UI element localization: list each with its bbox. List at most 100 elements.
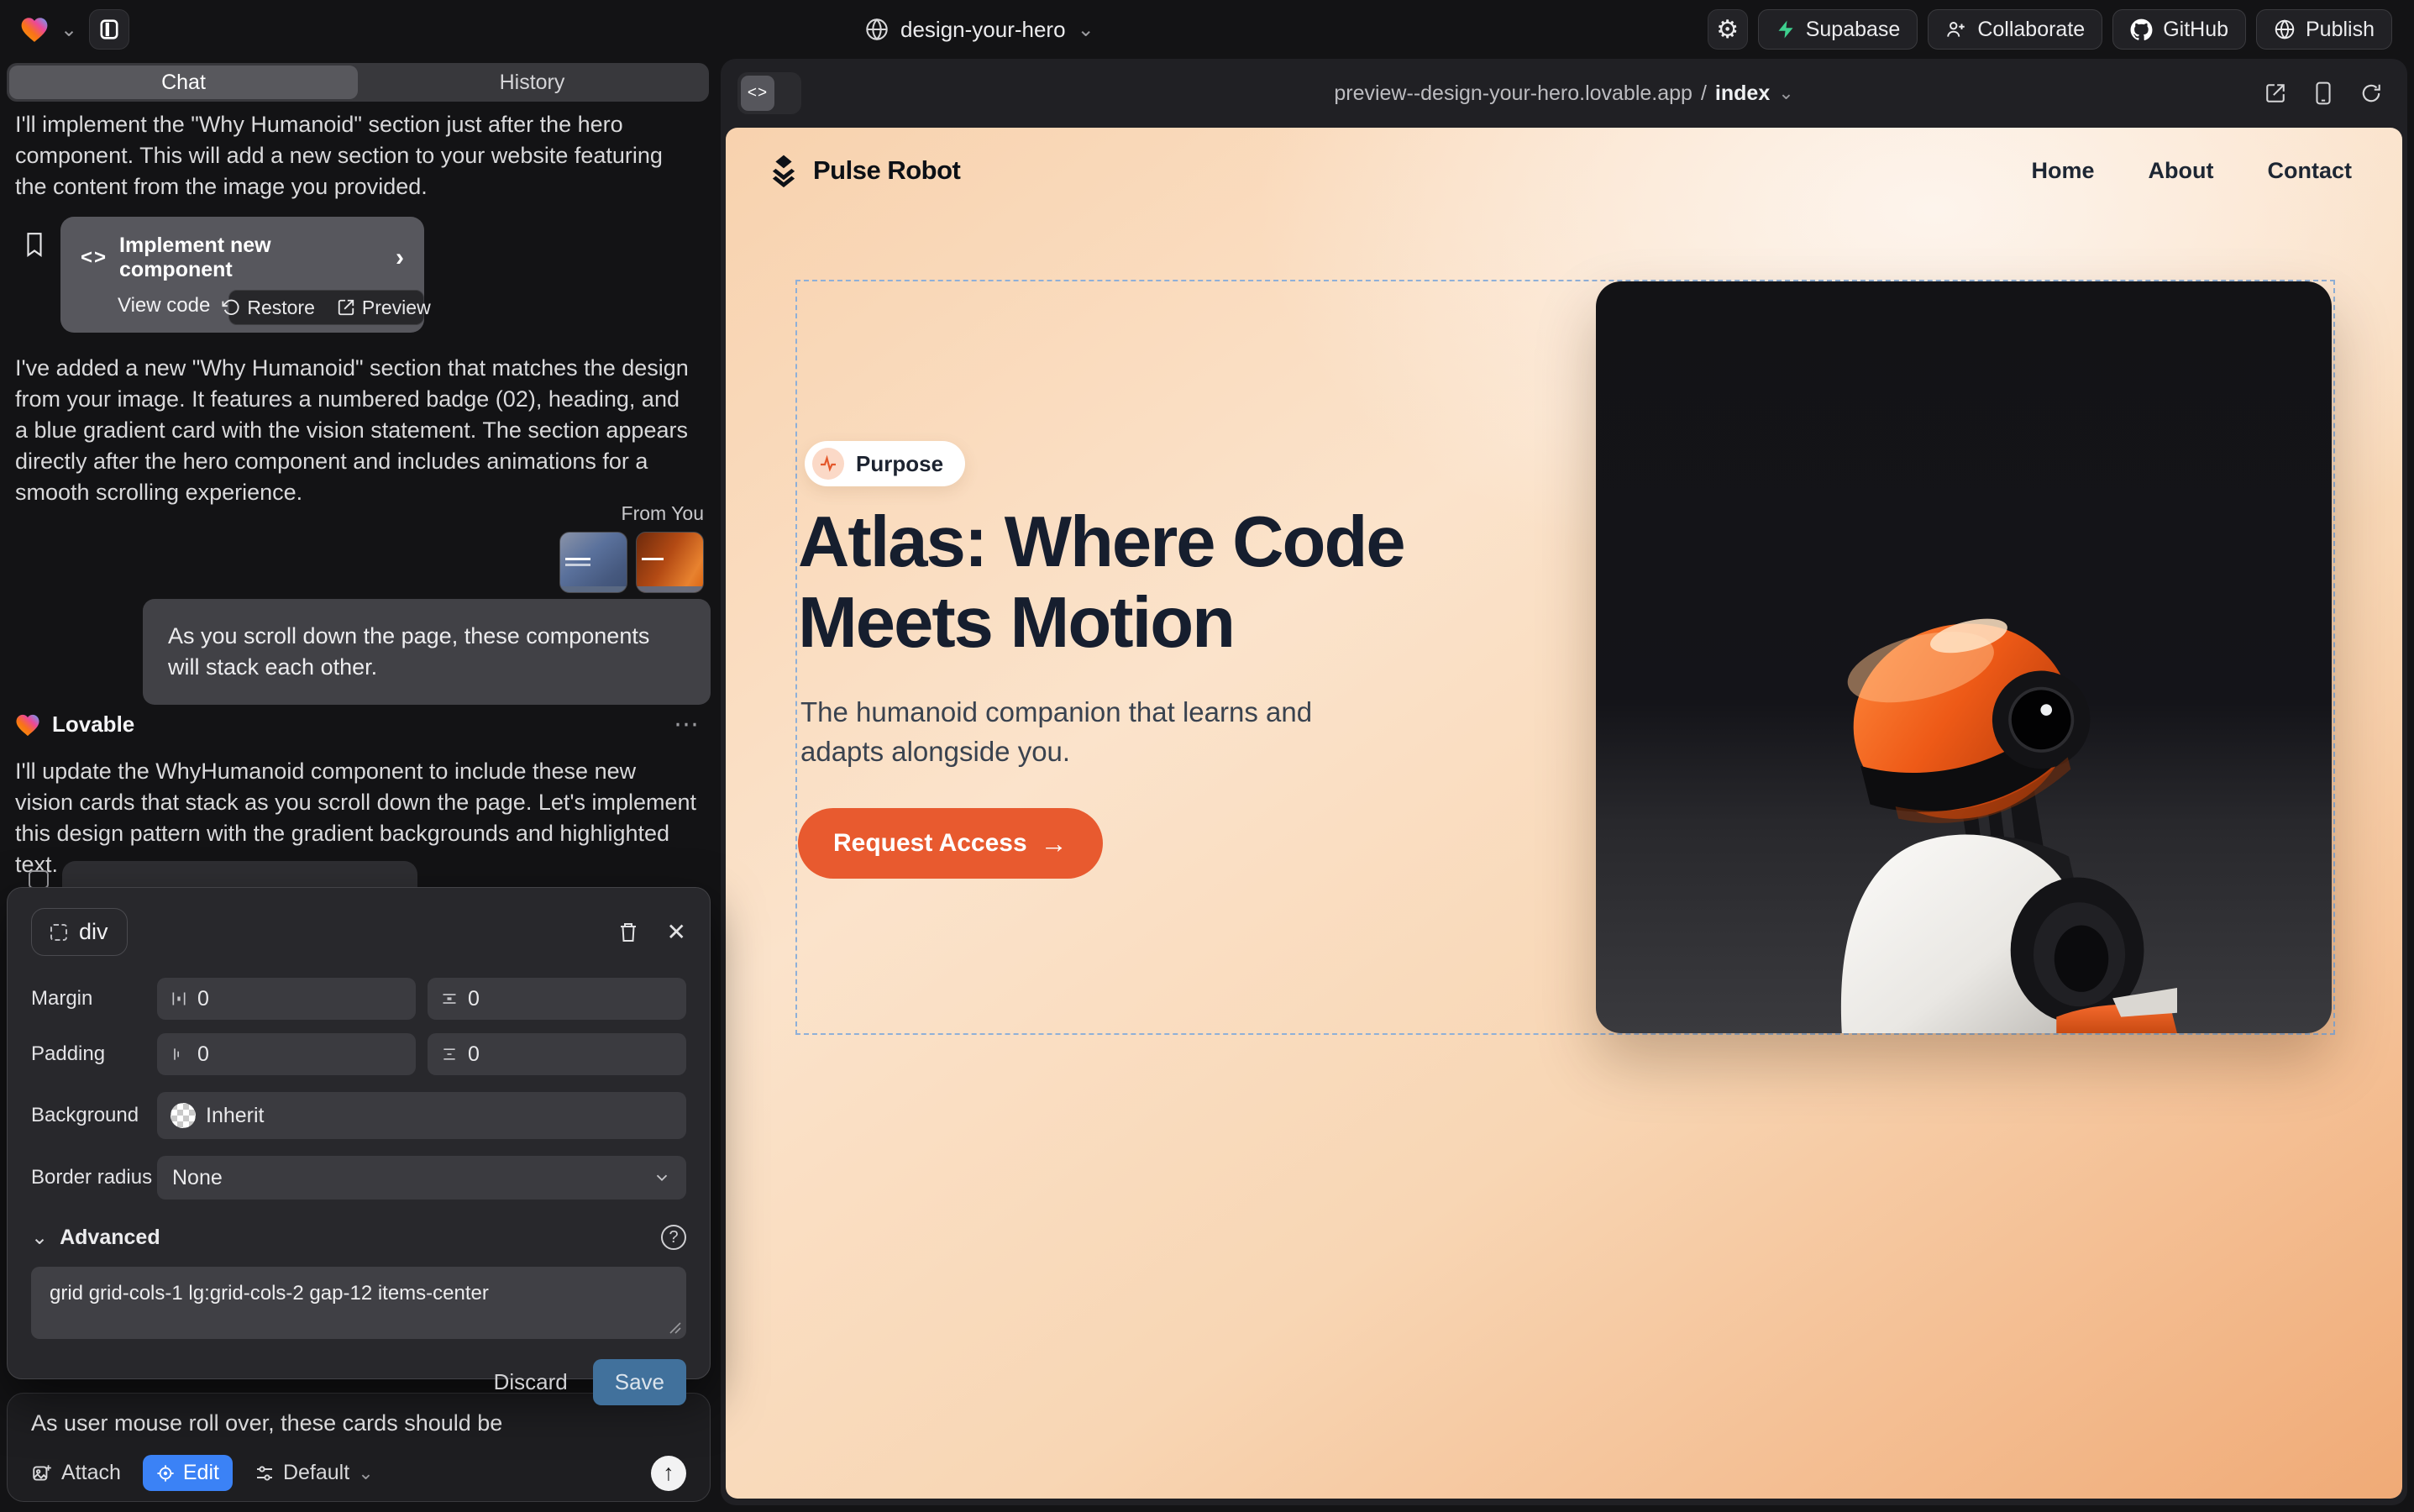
trash-icon bbox=[618, 921, 638, 943]
padding-x-icon bbox=[171, 1046, 187, 1063]
preview-button[interactable]: Preview bbox=[337, 297, 431, 319]
margin-y-input[interactable]: 0 bbox=[428, 978, 686, 1020]
settings-button[interactable]: ⚙ bbox=[1708, 9, 1748, 50]
border-radius-select[interactable]: None bbox=[157, 1156, 686, 1200]
robot-illustration bbox=[1721, 357, 2177, 1034]
gear-icon: ⚙ bbox=[1716, 15, 1739, 45]
assistant-name: Lovable bbox=[52, 711, 134, 738]
help-icon[interactable]: ? bbox=[661, 1225, 686, 1250]
edit-mode-button[interactable]: Edit bbox=[143, 1455, 233, 1491]
lovable-heart-icon bbox=[15, 713, 40, 737]
restore-button[interactable]: Restore bbox=[222, 297, 315, 319]
advanced-label[interactable]: Advanced bbox=[60, 1226, 160, 1250]
nav-contact[interactable]: Contact bbox=[2268, 158, 2353, 184]
github-button[interactable]: GitHub bbox=[2112, 9, 2246, 50]
model-mode-selector[interactable]: Default ⌄ bbox=[255, 1461, 374, 1485]
project-switcher[interactable]: design-your-hero ⌄ bbox=[865, 0, 1094, 59]
workspace-chevron-icon[interactable]: ⌄ bbox=[60, 18, 77, 42]
attach-button[interactable]: Attach bbox=[31, 1461, 121, 1485]
site-viewport: Pulse Robot Home About Contact Purpose A… bbox=[726, 128, 2402, 1499]
open-in-new-tab-button[interactable] bbox=[2264, 82, 2286, 104]
save-button[interactable]: Save bbox=[593, 1359, 686, 1405]
margin-label: Margin bbox=[31, 987, 157, 1011]
github-icon bbox=[2130, 18, 2153, 41]
user-attachments: From You bbox=[559, 502, 704, 593]
send-button[interactable]: ↑ bbox=[651, 1456, 686, 1491]
element-inspector-panel: div ✕ Margin 0 bbox=[7, 887, 711, 1379]
code-icon: <> bbox=[81, 246, 108, 270]
padding-x-input[interactable]: 0 bbox=[157, 1033, 416, 1075]
resize-grip-icon[interactable] bbox=[669, 1322, 681, 1334]
pulse-robot-logo-icon bbox=[766, 153, 801, 188]
chat-sidebar: Chat History I'll implement the "Why Hum… bbox=[0, 59, 716, 1512]
assistant-message-2: I've added a new "Why Humanoid" section … bbox=[15, 353, 697, 508]
margin-x-icon bbox=[171, 990, 187, 1007]
chevron-down-icon bbox=[653, 1168, 671, 1187]
from-you-label: From You bbox=[622, 502, 704, 525]
sidebar-toggle-button[interactable] bbox=[89, 9, 129, 50]
project-name: design-your-hero bbox=[900, 17, 1066, 43]
element-outline-icon bbox=[50, 924, 67, 941]
preview-pane: <> preview--design-your-hero.lovable.app… bbox=[721, 59, 2407, 1505]
external-link-icon bbox=[337, 298, 355, 317]
refresh-button[interactable] bbox=[2360, 82, 2382, 104]
app-topbar: ⌄ design-your-hero ⌄ ⚙ Supabase bbox=[0, 0, 2414, 59]
close-panel-button[interactable]: ✕ bbox=[667, 918, 686, 946]
attachment-thumbnail-blue[interactable] bbox=[559, 532, 627, 593]
padding-y-icon bbox=[441, 1046, 458, 1063]
preview-url[interactable]: preview--design-your-hero.lovable.app / … bbox=[721, 59, 2407, 128]
padding-label: Padding bbox=[31, 1042, 157, 1066]
chevron-right-icon: › bbox=[396, 249, 404, 266]
supabase-icon bbox=[1776, 19, 1796, 39]
hero-subtitle: The humanoid companion that learns and a… bbox=[800, 692, 1355, 771]
url-host: preview--design-your-hero.lovable.app bbox=[1334, 81, 1692, 106]
hero-heading: Atlas: Where Code Meets Motion bbox=[798, 502, 1404, 664]
collaborate-people-icon bbox=[1945, 18, 1967, 40]
lovable-heart-logo[interactable] bbox=[20, 16, 49, 43]
globe-icon bbox=[865, 18, 889, 41]
restore-icon bbox=[222, 298, 240, 317]
mode-chevron-icon: ⌄ bbox=[358, 1462, 373, 1484]
collaborate-button[interactable]: Collaborate bbox=[1928, 9, 2102, 50]
site-brand[interactable]: Pulse Robot bbox=[766, 153, 960, 188]
selected-element-pill[interactable]: div bbox=[31, 908, 128, 956]
background-input[interactable]: Inherit bbox=[157, 1092, 686, 1139]
request-access-button[interactable]: Request Access → bbox=[798, 808, 1103, 879]
advanced-collapse-chevron[interactable]: ⌄ bbox=[31, 1226, 48, 1250]
composer-input[interactable]: As user mouse roll over, these cards sho… bbox=[31, 1410, 686, 1436]
refresh-icon bbox=[2360, 82, 2382, 104]
delete-element-button[interactable] bbox=[618, 921, 638, 943]
badge-label: Purpose bbox=[856, 451, 943, 477]
project-chevron-icon: ⌄ bbox=[1078, 18, 1094, 42]
sidebar-panel-icon bbox=[98, 18, 120, 40]
external-link-icon bbox=[2264, 82, 2286, 104]
supabase-button[interactable]: Supabase bbox=[1758, 9, 1918, 50]
tab-history[interactable]: History bbox=[358, 66, 706, 99]
classes-textarea[interactable]: grid grid-cols-1 lg:grid-cols-2 gap-12 i… bbox=[31, 1267, 686, 1339]
component-card-title: Implement new component bbox=[119, 234, 384, 282]
arrow-right-icon: → bbox=[1041, 828, 1068, 859]
nav-home[interactable]: Home bbox=[2032, 158, 2095, 184]
publish-globe-icon bbox=[2274, 18, 2296, 40]
preview-toolbar: <> preview--design-your-hero.lovable.app… bbox=[721, 59, 2407, 128]
target-icon bbox=[156, 1464, 175, 1483]
margin-x-input[interactable]: 0 bbox=[157, 978, 416, 1020]
bookmark-icon[interactable] bbox=[24, 232, 45, 257]
padding-y-input[interactable]: 0 bbox=[428, 1033, 686, 1075]
site-header: Pulse Robot Home About Contact bbox=[766, 153, 2352, 188]
attachment-thumbnail-orange[interactable] bbox=[636, 532, 704, 593]
tab-chat[interactable]: Chat bbox=[9, 66, 358, 99]
discard-button[interactable]: Discard bbox=[494, 1369, 568, 1395]
url-separator: / bbox=[1701, 81, 1707, 106]
url-page: index bbox=[1715, 81, 1770, 106]
mobile-preview-button[interactable] bbox=[2313, 81, 2333, 105]
chat-composer[interactable]: As user mouse roll over, these cards sho… bbox=[7, 1393, 711, 1502]
purpose-badge: Purpose bbox=[805, 441, 965, 486]
version-actions: Restore Preview bbox=[228, 290, 424, 325]
smartphone-icon bbox=[2313, 81, 2333, 105]
nav-about[interactable]: About bbox=[2149, 158, 2214, 184]
attach-image-icon bbox=[31, 1462, 53, 1484]
message-overflow-menu[interactable]: ⋯ bbox=[674, 710, 701, 739]
publish-button[interactable]: Publish bbox=[2256, 9, 2392, 50]
user-message-bubble: As you scroll down the page, these compo… bbox=[143, 599, 711, 705]
